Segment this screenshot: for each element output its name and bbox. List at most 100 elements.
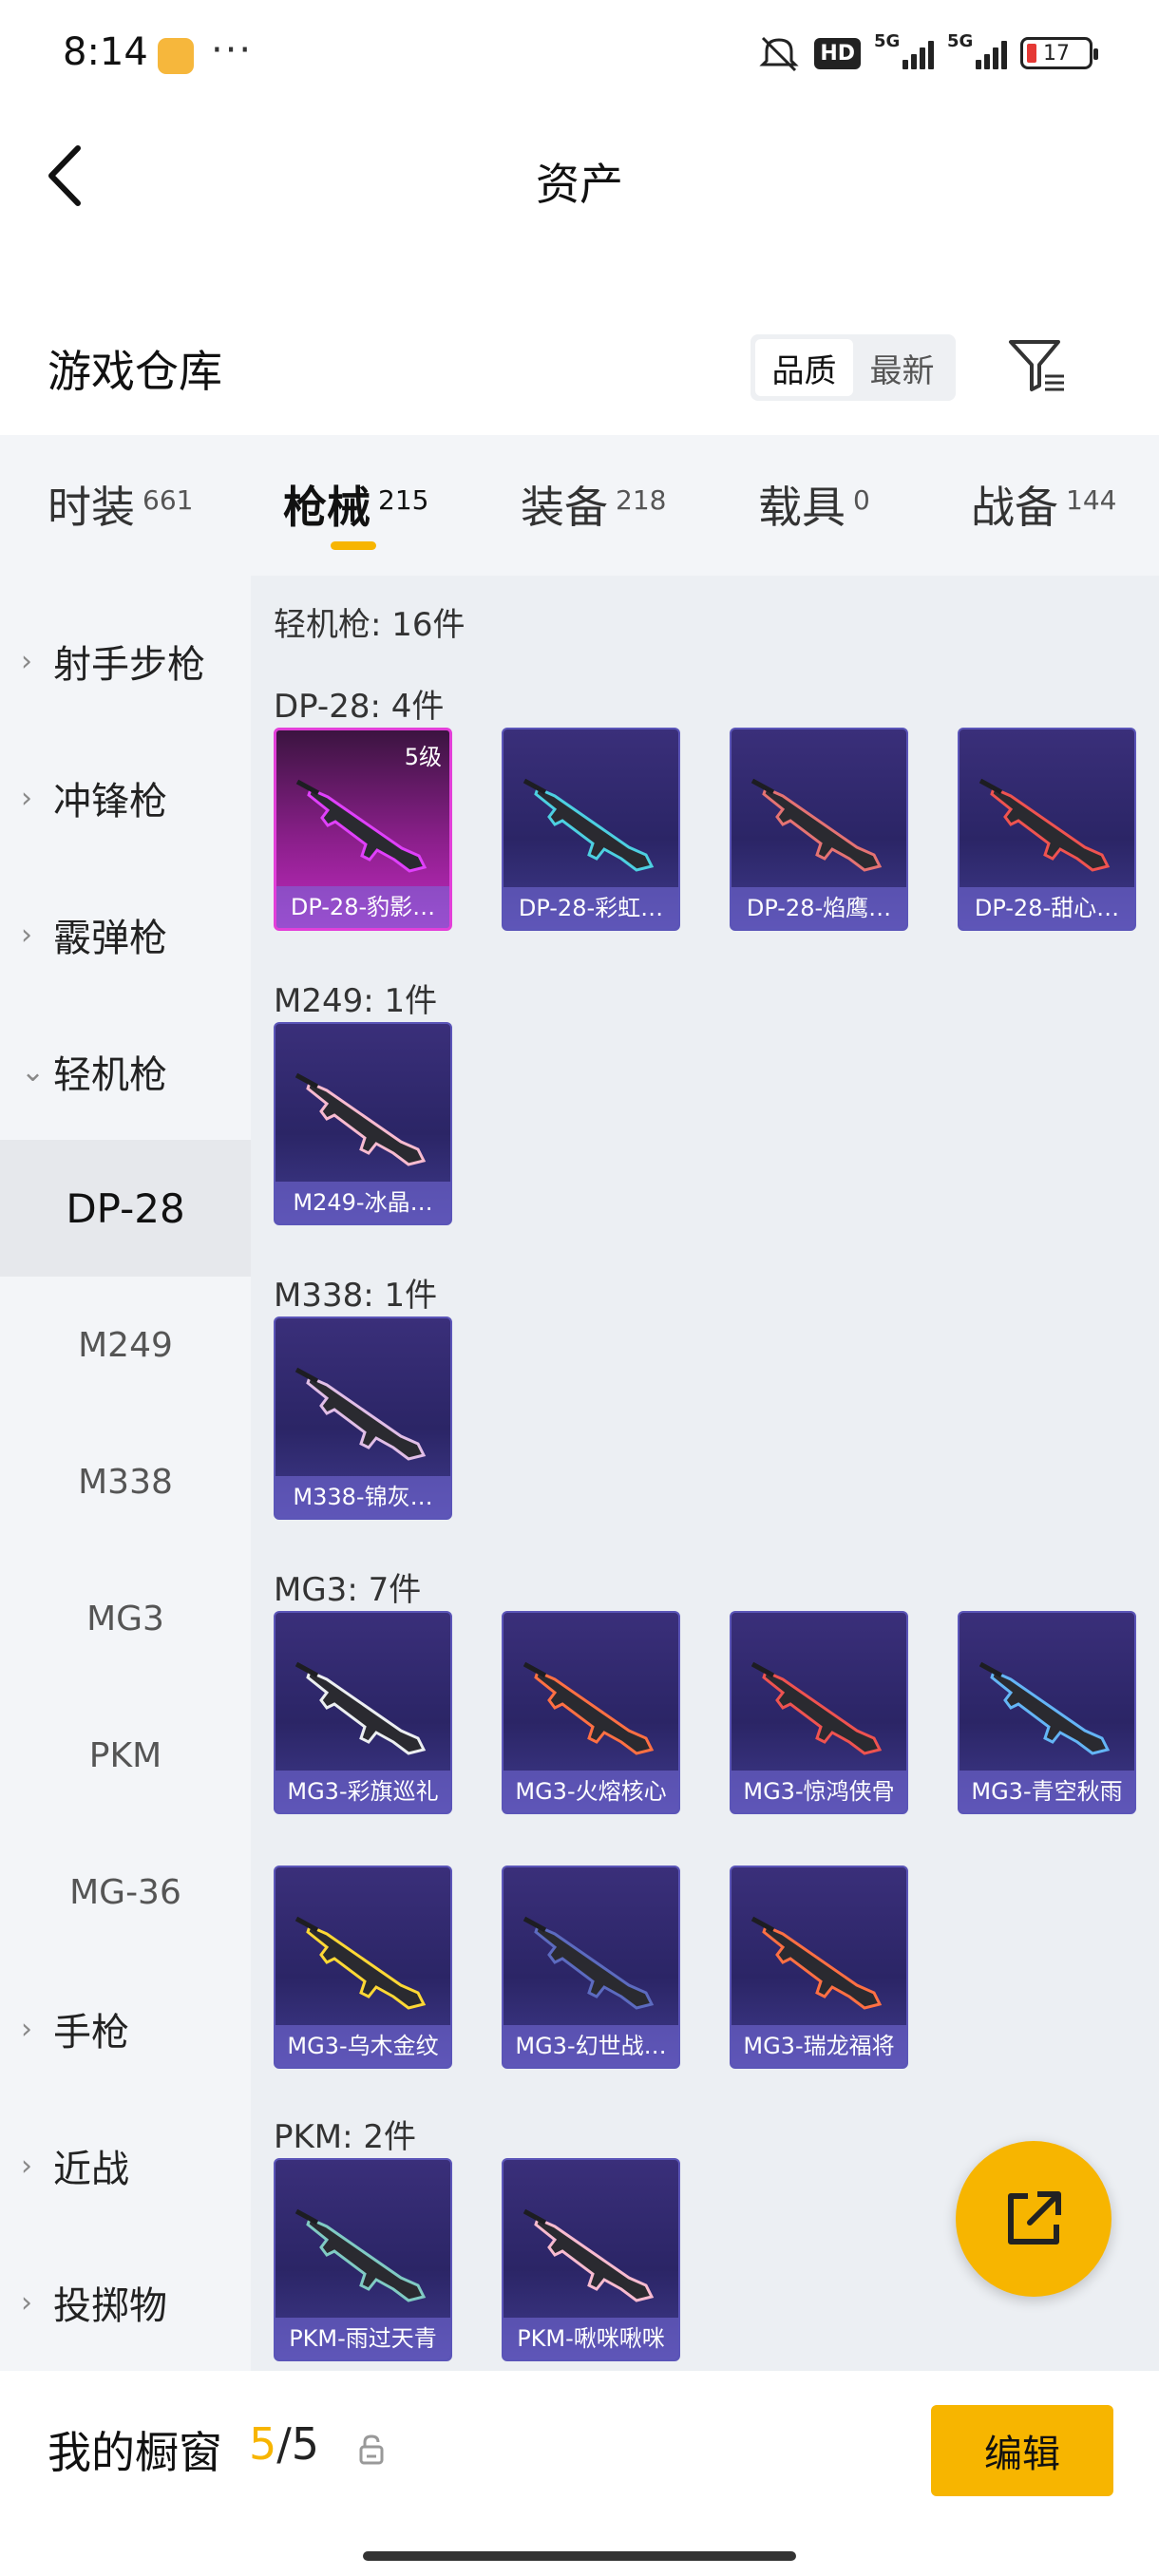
sort-newest-button[interactable]: 最新 xyxy=(853,339,951,396)
chevron-down-icon: ⌄ xyxy=(21,1054,46,1089)
sidebar-item-dmr[interactable]: › 射手步枪 xyxy=(0,593,251,729)
battery-level: 17 xyxy=(1043,41,1070,66)
gun-icon xyxy=(294,1367,427,1461)
tab-count: 661 xyxy=(142,484,194,516)
weapon-skin-card[interactable]: MG3-惊鸿侠骨 xyxy=(730,1611,908,1814)
weapon-skin-card[interactable]: MG3-瑞龙福将 xyxy=(730,1866,908,2069)
weapon-skin-card[interactable]: MG3-火熔核心 xyxy=(502,1611,680,1814)
tab-count: 215 xyxy=(378,484,429,516)
share-button[interactable] xyxy=(956,2141,1112,2297)
skin-name: MG3-青空秋雨 xyxy=(960,1771,1134,1812)
section-label: M249: 1件 xyxy=(274,982,438,1020)
sidebar-sub-mg3[interactable]: MG3 xyxy=(0,1550,251,1687)
sidebar-item-label: 近战 xyxy=(53,2148,129,2191)
showcase-count: 5/5 xyxy=(249,2418,319,2470)
edit-button[interactable]: 编辑 xyxy=(931,2405,1113,2496)
category-tabs: 时装 661 枪械 215 装备 218 载具 0 战备 144 xyxy=(0,435,1159,576)
sidebar-item-shotgun[interactable]: › 霰弹枪 xyxy=(0,866,251,1003)
app-header: 资产 xyxy=(0,114,1159,237)
weapon-skin-card[interactable]: 5级 DP-28-豹影… xyxy=(274,728,452,931)
gun-icon xyxy=(978,1661,1111,1755)
gun-icon xyxy=(294,1072,427,1166)
signal-icon-2: 5G xyxy=(947,31,1007,69)
showcase-current: 5 xyxy=(249,2418,277,2470)
status-bar: 8:14 ··· HD 5G 5G 17 xyxy=(0,0,1159,114)
active-tab-indicator xyxy=(331,541,376,550)
chevron-right-icon: › xyxy=(21,644,32,678)
gun-icon xyxy=(750,1916,883,2010)
showcase-sep: / xyxy=(276,2418,292,2470)
gun-icon xyxy=(522,778,655,872)
sidebar-item-label: 射手步枪 xyxy=(53,643,205,687)
weapon-skin-card[interactable]: MG3-乌木金纹 xyxy=(274,1866,452,2069)
weapon-skin-card[interactable]: DP-28-甜心… xyxy=(958,728,1136,931)
sort-quality-button[interactable]: 品质 xyxy=(755,339,853,396)
warehouse-title: 游戏仓库 xyxy=(48,346,222,397)
sidebar-item-melee[interactable]: › 近战 xyxy=(0,2097,251,2234)
gun-icon xyxy=(750,1661,883,1755)
sort-toggle: 品质 最新 xyxy=(750,334,956,401)
hd-icon: HD xyxy=(814,37,861,69)
sidebar-item-smg[interactable]: › 冲锋枪 xyxy=(0,729,251,866)
sidebar-sub-mg36[interactable]: MG-36 xyxy=(0,1824,251,1960)
mute-icon xyxy=(759,36,799,72)
showcase-label: 我的橱窗 xyxy=(48,2427,222,2478)
sidebar-sub-m338[interactable]: M338 xyxy=(0,1413,251,1550)
weapon-skin-card[interactable]: M338-锦灰… xyxy=(274,1316,452,1520)
sidebar-sub-pkm[interactable]: PKM xyxy=(0,1687,251,1824)
skin-name: DP-28-甜心… xyxy=(960,887,1134,929)
home-indicator[interactable] xyxy=(363,2551,796,2561)
weapon-skin-card[interactable]: DP-28-彩虹… xyxy=(502,728,680,931)
section-label: PKM: 2件 xyxy=(274,2118,417,2156)
tab-supplies[interactable]: 战备 144 xyxy=(971,473,1116,536)
skin-name: PKM-啾咪啾咪 xyxy=(504,2318,678,2359)
sidebar-sub-dp28[interactable]: DP-28 xyxy=(0,1140,251,1277)
sidebar-item-label: M338 xyxy=(78,1462,173,1502)
skin-name: DP-28-彩虹… xyxy=(504,887,678,929)
sidebar-item-lmg[interactable]: ⌄ 轻机枪 xyxy=(0,1003,251,1140)
gun-icon xyxy=(294,1916,427,2010)
section-label: DP-28: 4件 xyxy=(274,688,445,726)
sidebar-sub-m249[interactable]: M249 xyxy=(0,1277,251,1413)
weapon-skin-card[interactable]: MG3-彩旗巡礼 xyxy=(274,1611,452,1814)
category-summary: 轻机枪: 16件 xyxy=(274,606,466,644)
status-time: 8:14 xyxy=(63,30,148,74)
tab-fashion[interactable]: 时装 661 xyxy=(48,473,193,536)
tab-count: 144 xyxy=(1066,484,1117,516)
tab-count: 0 xyxy=(853,484,870,516)
filter-icon[interactable] xyxy=(1003,332,1070,399)
tab-label: 载具 xyxy=(758,482,846,533)
sidebar-item-label: 手枪 xyxy=(53,2011,129,2055)
skin-name: MG3-瑞龙福将 xyxy=(732,2025,906,2067)
signal-icon: 5G xyxy=(874,31,934,69)
tab-firearms[interactable]: 枪械 215 xyxy=(283,473,428,536)
gun-icon xyxy=(295,779,428,873)
weapon-skin-card[interactable]: DP-28-焰鹰… xyxy=(730,728,908,931)
skin-name: MG3-幻世战… xyxy=(504,2025,678,2067)
weapon-skin-card[interactable]: M249-冰晶… xyxy=(274,1022,452,1225)
tab-vehicles[interactable]: 载具 0 xyxy=(758,473,870,536)
gun-icon xyxy=(522,1916,655,2010)
tab-equipment[interactable]: 装备 218 xyxy=(521,473,666,536)
chevron-right-icon: › xyxy=(21,2149,32,2183)
sidebar-item-pistol[interactable]: › 手枪 xyxy=(0,1960,251,2097)
sidebar-item-label: 轻机枪 xyxy=(53,1053,167,1097)
weapon-type-sidebar: › 射手步枪 › 冲锋枪 › 霰弹枪 ⌄ 轻机枪 DP-28 M249 M338… xyxy=(0,576,251,2371)
gun-icon xyxy=(750,778,883,872)
skin-name: M338-锦灰… xyxy=(276,1476,450,1518)
weapon-skin-card[interactable]: PKM-雨过天青 xyxy=(274,2158,452,2361)
gun-icon xyxy=(978,778,1111,872)
page-title: 资产 xyxy=(536,159,623,210)
chevron-right-icon: › xyxy=(21,781,32,815)
sidebar-item-label: MG3 xyxy=(86,1599,164,1638)
chevron-right-icon: › xyxy=(21,2285,32,2320)
item-grid: 轻机枪: 16件 DP-28: 4件 5级 DP-28-豹影… DP-28-彩虹… DP… xyxy=(251,576,1159,2371)
weapon-skin-card[interactable]: MG3-青空秋雨 xyxy=(958,1611,1136,1814)
weapon-skin-card[interactable]: MG3-幻世战… xyxy=(502,1866,680,2069)
sidebar-item-throwable[interactable]: › 投掷物 xyxy=(0,2234,251,2371)
battery-icon: 17 xyxy=(1020,37,1098,69)
lock-icon xyxy=(359,2434,384,2465)
weapon-skin-card[interactable]: PKM-啾咪啾咪 xyxy=(502,2158,680,2361)
skin-name: MG3-惊鸿侠骨 xyxy=(732,1771,906,1812)
section-label: MG3: 7件 xyxy=(274,1571,422,1609)
